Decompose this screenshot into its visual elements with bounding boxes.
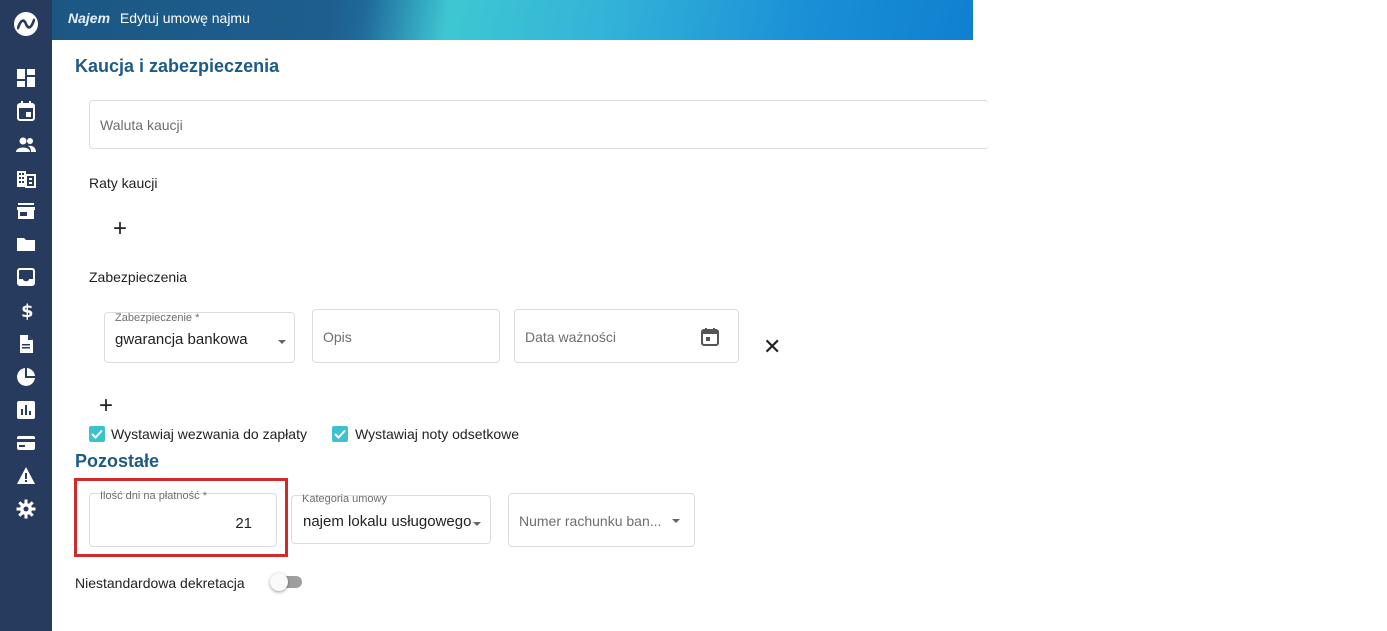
chevron-down-icon: [473, 522, 481, 526]
chevron-down-icon: [278, 340, 286, 344]
deposit-currency-field[interactable]: Waluta kaucji: [89, 100, 989, 149]
security-expiry-date-field[interactable]: Data ważności: [514, 309, 739, 363]
sidebar: $: [0, 0, 52, 631]
highlight-box: [74, 478, 288, 557]
svg-text:$: $: [21, 301, 34, 320]
dollar-icon[interactable]: $: [16, 300, 36, 320]
toggle-knob: [270, 573, 288, 591]
security-type-select[interactable]: Zabezpieczenie * gwarancja bankowa: [104, 312, 295, 363]
interest-notes-checkbox[interactable]: [332, 426, 348, 442]
warning-icon[interactable]: [16, 466, 36, 486]
deposit-section-title: Kaucja i zabezpieczenia: [75, 56, 280, 76]
custom-posting-label: Niestandardowa dekretacja: [75, 575, 245, 591]
bank-account-placeholder: Numer rachunku ban...: [519, 513, 662, 529]
bank-account-select[interactable]: Numer rachunku ban...: [508, 493, 695, 547]
add-installment-plus-icon[interactable]: +: [113, 217, 127, 241]
dashboard-icon[interactable]: [16, 68, 36, 88]
contract-category-value: najem lokalu usługowego: [303, 513, 472, 530]
remove-security-close-icon[interactable]: ✕: [763, 336, 781, 358]
security-description-field[interactable]: Opis: [312, 309, 500, 363]
deposit-currency-placeholder: Waluta kaucji: [100, 117, 183, 133]
people-icon[interactable]: [16, 135, 36, 155]
building-icon[interactable]: [16, 168, 36, 188]
store-icon[interactable]: [16, 201, 36, 221]
chevron-down-icon: [672, 519, 680, 523]
security-type-label: Zabezpieczenie *: [115, 312, 200, 324]
page-title: Edytuj umowę najmu: [119, 10, 250, 26]
settings-icon[interactable]: [16, 499, 36, 519]
folder-icon[interactable]: [16, 234, 36, 254]
app-logo-icon[interactable]: [14, 12, 38, 36]
contract-category-select[interactable]: Kategoria umowy najem lokalu usługowego: [291, 493, 491, 544]
security-type-value: gwarancja bankowa: [115, 331, 248, 348]
document-icon[interactable]: [16, 334, 36, 354]
breadcrumb-app[interactable]: Najem: [68, 10, 110, 26]
payment-reminders-checkbox[interactable]: [89, 426, 105, 442]
calendar-icon[interactable]: [16, 101, 36, 121]
breadcrumb: Najem Edytuj umowę najmu: [68, 10, 250, 26]
installments-label: Raty kaucji: [89, 175, 158, 191]
inbox-icon[interactable]: [16, 267, 36, 287]
contract-category-label: Kategoria umowy: [302, 493, 387, 505]
pie-chart-icon[interactable]: [16, 367, 36, 387]
payment-reminders-label: Wystawiaj wezwania do zapłaty: [111, 426, 307, 442]
credit-card-icon[interactable]: [16, 433, 36, 453]
security-description-placeholder: Opis: [323, 329, 352, 345]
security-expiry-placeholder: Data ważności: [525, 329, 617, 345]
calendar-icon[interactable]: [700, 327, 720, 347]
other-section-title: Pozostałe: [75, 451, 160, 471]
top-bar: Najem Edytuj umowę najmu: [52, 0, 973, 40]
securities-label: Zabezpieczenia: [89, 269, 188, 285]
add-security-plus-icon[interactable]: +: [99, 394, 113, 418]
bar-chart-icon[interactable]: [16, 400, 36, 420]
interest-notes-label: Wystawiaj noty odsetkowe: [355, 426, 520, 442]
custom-posting-toggle[interactable]: [270, 573, 302, 591]
